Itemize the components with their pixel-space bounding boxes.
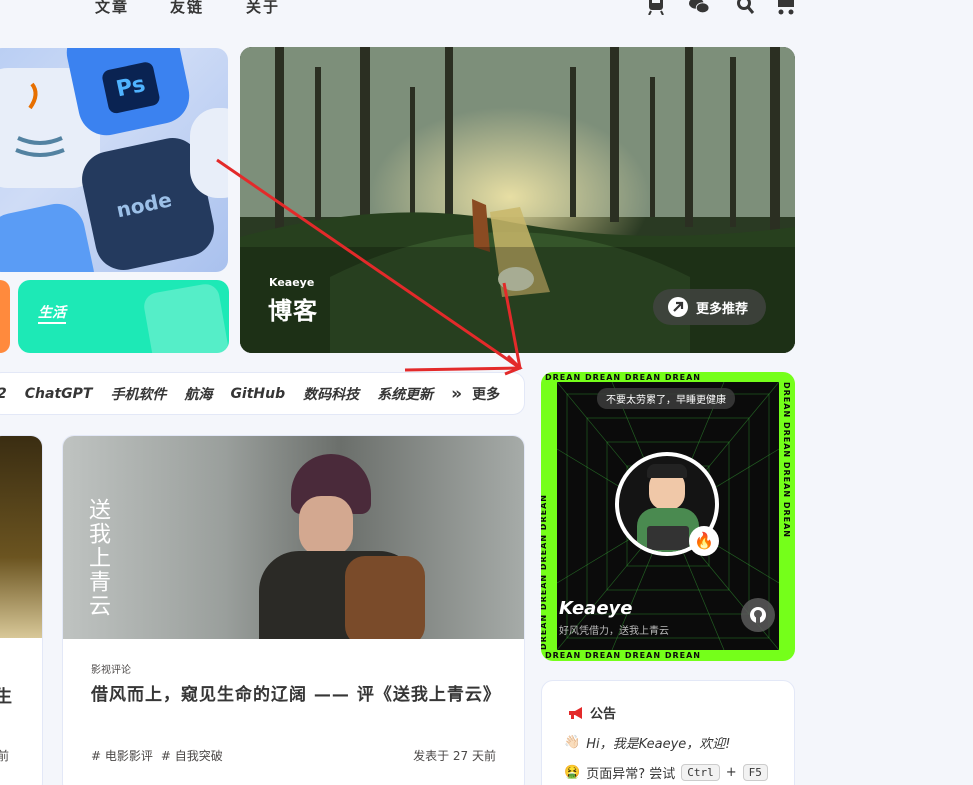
fire-icon: 🔥	[694, 531, 714, 550]
tag-item[interactable]: GitHub	[230, 386, 285, 402]
category-card-life[interactable]: 生活	[18, 280, 229, 353]
featured-image-card[interactable]: Ps node	[0, 48, 228, 272]
category-card-orange[interactable]	[0, 280, 10, 353]
f5-key: F5	[742, 764, 768, 781]
wechat-icon[interactable]	[689, 0, 709, 15]
tag-item[interactable]: ChatGPT	[25, 386, 93, 402]
plus-sign: +	[725, 765, 737, 780]
announcement-card: 公告 👋🏻 Hi，我是Keaeye，欢迎! 🤮 页面异常? 尝试 Ctrl + …	[541, 680, 795, 785]
cart-icon[interactable]	[776, 0, 796, 15]
category-life-decoration	[141, 281, 229, 353]
category-life-label: 生活	[38, 302, 66, 324]
post-tags: # 电影影评 # 自我突破	[91, 747, 223, 764]
tags-more-button[interactable]: » 更多	[451, 384, 500, 404]
author-border-text-left: DREAN DREAN DREAN DREAN	[541, 494, 548, 650]
post-date: 发表于 27 天前	[413, 749, 496, 763]
poster-vertical-text: 送我上青云	[85, 498, 110, 618]
post-tag[interactable]: # 电影影评	[91, 747, 153, 764]
post-category[interactable]: 影视评论	[91, 661, 131, 676]
sick-face-icon: 🤮	[564, 765, 581, 780]
author-tip-pill: 不要太劳累了，早睡更健康	[597, 388, 735, 409]
banner-subtitle: Keaeye	[269, 276, 315, 289]
author-card-inner: 不要太劳累了，早睡更健康 🔥 Keaeye 好风凭借力，送我上青云	[557, 382, 779, 650]
author-card: DREAN DREAN DREAN DREAN DREAN DREAN DREA…	[541, 372, 795, 661]
tag-item[interactable]: 航海	[184, 384, 212, 404]
post-cover-image	[0, 436, 42, 638]
wave-icon: 👋🏻	[564, 735, 581, 750]
megaphone-icon	[569, 706, 582, 719]
post-tag[interactable]: # 自我突破	[161, 747, 223, 764]
author-status-badge: 🔥	[689, 526, 719, 556]
announcement-refresh-text: 页面异常? 尝试	[586, 767, 676, 782]
post-date-fragment: 前	[0, 747, 9, 764]
docker-app-tile	[0, 198, 100, 272]
nav-articles[interactable]: 文章	[95, 0, 129, 17]
tag-item[interactable]: 系统更新	[377, 384, 433, 404]
announcement-title: 公告	[590, 707, 617, 722]
more-recommend-button[interactable]: 更多推荐	[653, 289, 766, 325]
author-name: Keaeye	[559, 598, 633, 619]
author-description: 好风凭借力，送我上青云	[559, 626, 669, 637]
post-card[interactable]: 送我上青云 影视评论 借风而上，窥见生命的辽阔 —— 评《送我上青云》 # 电影…	[62, 435, 525, 785]
tag-item[interactable]: 2	[0, 386, 7, 402]
github-icon	[750, 607, 766, 623]
backpack-strap	[345, 556, 425, 639]
author-border-text-bottom: DREAN DREAN DREAN DREAN	[545, 651, 701, 660]
author-border-text-right: DREAN DREAN DREAN DREAN	[782, 382, 791, 538]
tag-item[interactable]: 手机软件	[110, 384, 166, 404]
double-chevron-icon: »	[451, 383, 463, 404]
blank-app-tile	[190, 108, 228, 198]
github-button[interactable]	[741, 598, 775, 632]
tag-bar: 2 ChatGPT 手机软件 航海 GitHub 数码科技 系统更新 » 更多	[0, 372, 525, 415]
announcement-line-greeting: 👋🏻 Hi，我是Keaeye，欢迎!	[564, 733, 731, 752]
more-recommend-label: 更多推荐	[696, 301, 749, 317]
banner-title: 博客	[268, 297, 318, 325]
nav-about[interactable]: 关于	[246, 0, 280, 17]
arrow-up-right-icon	[668, 297, 688, 317]
announcement-line-refresh: 🤮 页面异常? 尝试 Ctrl + F5	[564, 763, 768, 782]
blog-banner[interactable]: Keaeye 博客 更多推荐	[240, 47, 795, 353]
author-border-text-top: DREAN DREAN DREAN DREAN	[545, 373, 701, 382]
tags-more-label: 更多	[472, 386, 501, 403]
post-cover-image: 送我上青云	[63, 436, 524, 639]
ctrl-key: Ctrl	[681, 764, 720, 781]
announcement-greeting-text: Hi，我是Keaeye，欢迎!	[586, 737, 731, 752]
post-title-fragment: 生	[0, 682, 12, 707]
announcement-header: 公告	[568, 703, 616, 722]
post-title[interactable]: 借风而上，窥见生命的辽阔 —— 评《送我上青云》	[91, 680, 501, 705]
train-icon[interactable]	[646, 0, 666, 15]
search-icon[interactable]	[736, 0, 756, 15]
person-face	[299, 496, 353, 556]
nav-friends[interactable]: 友链	[170, 0, 204, 17]
post-card-left[interactable]: 生 前	[0, 435, 43, 785]
tag-item[interactable]: 数码科技	[303, 384, 359, 404]
